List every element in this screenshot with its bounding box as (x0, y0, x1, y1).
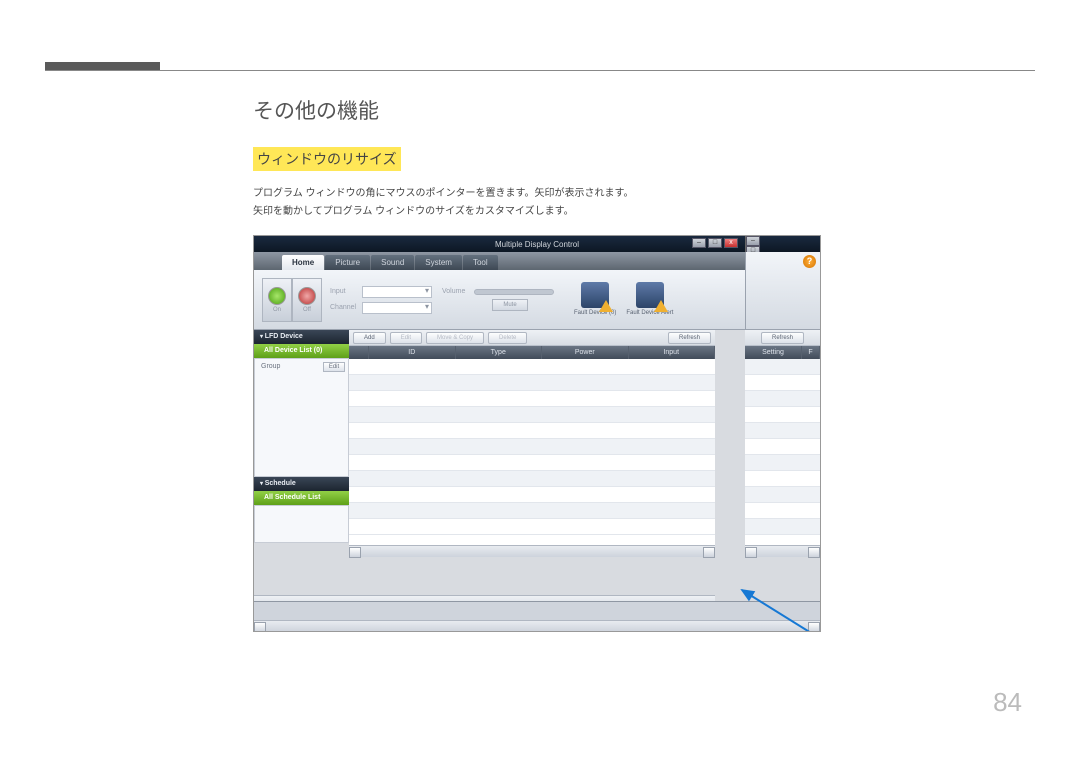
col-input[interactable]: Input (629, 346, 716, 359)
table-row (745, 471, 820, 487)
close-button[interactable]: x (724, 238, 738, 248)
paragraph-1: プログラム ウィンドウの角にマウスのポインターを置きます。矢印が表示されます。 (253, 185, 833, 203)
sidebar-schedule-header[interactable]: Schedule (254, 477, 349, 491)
tab-tool[interactable]: Tool (463, 255, 498, 270)
outer-scrollbar[interactable] (254, 620, 820, 632)
sidebar-all-device[interactable]: All Device List (0) (254, 344, 349, 358)
sidebar-all-schedule[interactable]: All Schedule List (254, 491, 349, 505)
power-off-icon (298, 287, 316, 305)
delete-button[interactable]: Delete (488, 332, 527, 344)
table-row (745, 519, 820, 535)
table-row (745, 439, 820, 455)
sidebar-lfd-header[interactable]: LFD Device (254, 330, 349, 344)
sidebar-group-label: Group (261, 363, 280, 370)
tab-home[interactable]: Home (282, 255, 324, 270)
page-heading: その他の機能 (253, 95, 833, 125)
refresh-button-2[interactable]: Refresh (761, 332, 804, 344)
tab-bar: Home Picture Sound System Tool (254, 252, 747, 270)
input-label: Input (330, 288, 360, 295)
table-row (349, 407, 715, 423)
move-copy-button[interactable]: Move & Copy (426, 332, 484, 344)
table-row (745, 503, 820, 519)
section-subheading: ウィンドウのリサイズ (253, 147, 401, 171)
right-window-ribbon: ? (745, 252, 820, 330)
fault-alert-icon[interactable] (636, 282, 664, 308)
page-number: 84 (993, 687, 1022, 718)
table-row (349, 391, 715, 407)
table-row (349, 455, 715, 471)
channel-select[interactable] (362, 302, 432, 314)
grid-body (349, 359, 715, 545)
add-button[interactable]: Add (353, 332, 386, 344)
table-row (745, 423, 820, 439)
refresh-button[interactable]: Refresh (668, 332, 711, 344)
horizontal-scrollbar[interactable] (349, 545, 715, 557)
table-row (745, 375, 820, 391)
table-row (349, 487, 715, 503)
help-icon[interactable]: ? (803, 255, 816, 268)
horizontal-scrollbar-2[interactable] (745, 545, 820, 557)
table-row (745, 391, 820, 407)
table-row (745, 455, 820, 471)
paragraph-2: 矢印を動かしてプログラム ウィンドウのサイズをカスタマイズします。 (253, 203, 833, 221)
minimize-button-2[interactable]: – (746, 236, 760, 246)
tab-sound[interactable]: Sound (371, 255, 414, 270)
col-id[interactable]: ID (369, 346, 456, 359)
header-accent-bar (45, 62, 160, 70)
volume-label: Volume (442, 288, 472, 295)
col-f[interactable]: F (802, 346, 820, 359)
power-off-button[interactable]: Off (292, 278, 322, 322)
tab-picture[interactable]: Picture (325, 255, 370, 270)
table-row (349, 439, 715, 455)
table-row (349, 519, 715, 535)
edit-button[interactable]: Edit (390, 332, 422, 344)
minimize-button[interactable]: – (692, 238, 706, 248)
header-rule (45, 70, 1035, 71)
right-window-titlebar: – □ x (745, 236, 820, 252)
right-grid-body (745, 359, 820, 545)
power-on-button[interactable]: On (262, 278, 292, 322)
table-row (349, 503, 715, 519)
col-power[interactable]: Power (542, 346, 629, 359)
device-grid-area: Add Edit Move & Copy Delete Refresh ID T… (349, 330, 715, 557)
group-edit-button[interactable]: Edit (323, 362, 345, 372)
grid-header-row: ID Type Power Input (349, 346, 715, 359)
tab-system[interactable]: System (415, 255, 462, 270)
grid-toolbar: Add Edit Move & Copy Delete Refresh (349, 330, 715, 346)
sidebar-schedule-panel (254, 505, 349, 543)
input-select[interactable] (362, 286, 432, 298)
sidebar: LFD Device All Device List (0) Group Edi… (254, 330, 349, 557)
col-setting[interactable]: Setting (745, 346, 802, 359)
channel-label: Channel (330, 304, 360, 311)
col-type[interactable]: Type (456, 346, 543, 359)
table-row (349, 359, 715, 375)
volume-slider[interactable] (474, 289, 554, 295)
table-row (349, 375, 715, 391)
table-row (745, 407, 820, 423)
fault-device-icon[interactable] (581, 282, 609, 308)
app-screenshot: Multiple Display Control – □ x – □ x Hom… (253, 235, 821, 632)
table-row (745, 487, 820, 503)
bottom-strip (254, 601, 820, 631)
table-row (745, 359, 820, 375)
app-title: Multiple Display Control (495, 240, 579, 249)
body-text: プログラム ウィンドウの角にマウスのポインターを置きます。矢印が表示されます。 … (253, 185, 833, 221)
window-controls-main: – □ x (692, 238, 738, 248)
document-content: その他の機能 ウィンドウのリサイズ プログラム ウィンドウの角にマウスのポインタ… (253, 95, 833, 632)
table-row (349, 471, 715, 487)
power-on-icon (268, 287, 286, 305)
mute-button[interactable]: Mute (492, 299, 528, 311)
maximize-button[interactable]: □ (708, 238, 722, 248)
right-header-row: Setting F (745, 346, 820, 359)
sidebar-group-panel: Group Edit (254, 358, 349, 477)
right-toolbar: Refresh (745, 330, 820, 346)
ribbon: On Off Input Channel (254, 270, 747, 330)
table-row (349, 423, 715, 439)
titlebar: Multiple Display Control – □ x (254, 236, 820, 252)
